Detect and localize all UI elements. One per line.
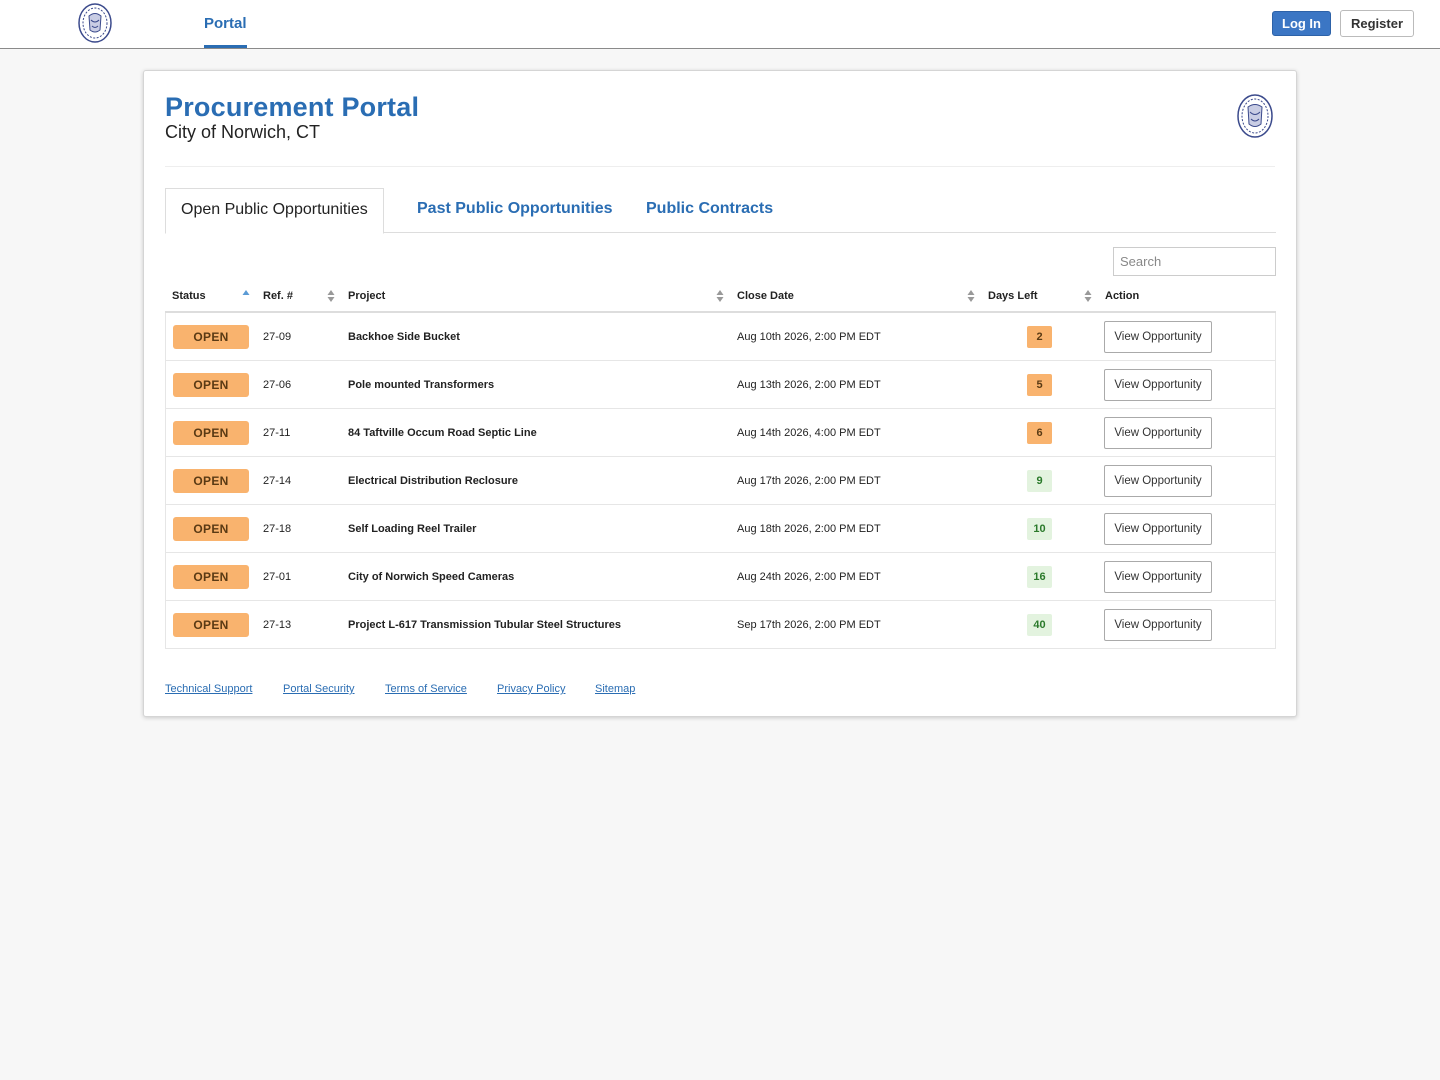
table-body: OPEN 27-09 Backhoe Side Bucket Aug 10th … — [165, 313, 1276, 649]
project-name: 84 Taftville Occum Road Septic Line — [348, 427, 537, 439]
sort-both-icon[interactable] — [327, 289, 335, 303]
top-navbar: Portal Log In Register — [0, 0, 1440, 49]
project-name: Backhoe Side Bucket — [348, 331, 460, 343]
column-header-days-left[interactable]: Days Left — [988, 283, 1038, 311]
table-header: Status Ref. # Project Close Date Days Le… — [165, 283, 1276, 313]
close-date: Aug 17th 2026, 2:00 PM EDT — [737, 475, 881, 487]
project-name: Pole mounted Transformers — [348, 379, 495, 391]
days-left-badge: 9 — [1027, 470, 1052, 492]
footer-link-privacy-policy[interactable]: Privacy Policy — [497, 683, 565, 695]
opportunity-tabs: Open Public Opportunities Past Public Op… — [165, 188, 1276, 234]
register-button[interactable]: Register — [1340, 10, 1414, 37]
view-opportunity-button[interactable]: View Opportunity — [1104, 561, 1212, 593]
tab-past-public-opportunities[interactable]: Past Public Opportunities — [417, 188, 613, 233]
table-row: OPEN 27-09 Backhoe Side Bucket Aug 10th … — [166, 313, 1275, 361]
city-seal-icon[interactable] — [77, 2, 113, 44]
project-name: Self Loading Reel Trailer — [348, 523, 477, 535]
search-input[interactable] — [1113, 247, 1276, 276]
status-badge: OPEN — [173, 469, 249, 493]
close-date: Aug 24th 2026, 2:00 PM EDT — [737, 571, 881, 583]
column-header-action: Action — [1105, 290, 1140, 302]
view-opportunity-button[interactable]: View Opportunity — [1104, 369, 1212, 401]
status-badge: OPEN — [173, 421, 249, 445]
table-row: OPEN 27-06 Pole mounted Transformers Aug… — [166, 361, 1275, 409]
column-header-project[interactable]: Project — [348, 283, 385, 311]
table-row: OPEN 27-14 Electrical Distribution Reclo… — [166, 457, 1275, 505]
table-row: OPEN 27-13 Project L-617 Transmission Tu… — [166, 601, 1275, 649]
project-name: Electrical Distribution Reclosure — [348, 475, 518, 487]
ref-number: 27-09 — [263, 331, 292, 343]
close-date: Sep 17th 2026, 2:00 PM EDT — [737, 619, 881, 631]
city-seal-icon — [1237, 94, 1273, 138]
days-left-badge: 6 — [1027, 422, 1052, 444]
column-header-ref[interactable]: Ref. # — [263, 283, 293, 311]
status-badge: OPEN — [173, 325, 249, 349]
close-date: Aug 18th 2026, 2:00 PM EDT — [737, 523, 881, 535]
status-badge: OPEN — [173, 613, 249, 637]
header-divider — [165, 166, 1275, 167]
table-row: OPEN 27-01 City of Norwich Speed Cameras… — [166, 553, 1275, 601]
status-badge: OPEN — [173, 373, 249, 397]
ref-number: 27-01 — [263, 571, 292, 583]
page-subtitle: City of Norwich, CT — [165, 122, 321, 142]
close-date: Aug 10th 2026, 2:00 PM EDT — [737, 331, 881, 343]
footer-link-sitemap[interactable]: Sitemap — [595, 683, 635, 695]
view-opportunity-button[interactable]: View Opportunity — [1104, 609, 1212, 641]
ref-number: 27-11 — [263, 427, 291, 439]
table-row: OPEN 27-18 Self Loading Reel Trailer Aug… — [166, 505, 1275, 553]
ref-number: 27-18 — [263, 523, 292, 535]
tab-open-public-opportunities[interactable]: Open Public Opportunities — [165, 188, 384, 234]
close-date: Aug 14th 2026, 4:00 PM EDT — [737, 427, 881, 439]
sort-both-icon[interactable] — [967, 289, 975, 303]
opportunities-table: Status Ref. # Project Close Date Days Le… — [165, 283, 1276, 649]
days-left-badge: 10 — [1027, 518, 1052, 540]
view-opportunity-button[interactable]: View Opportunity — [1104, 465, 1212, 497]
project-name: City of Norwich Speed Cameras — [348, 571, 515, 583]
view-opportunity-button[interactable]: View Opportunity — [1104, 513, 1212, 545]
project-name: Project L-617 Transmission Tubular Steel… — [348, 619, 622, 631]
tab-public-contracts[interactable]: Public Contracts — [646, 188, 773, 233]
sort-ascending-icon[interactable] — [242, 289, 250, 303]
sort-both-icon[interactable] — [1084, 289, 1092, 303]
table-row: OPEN 27-11 84 Taftville Occum Road Septi… — [166, 409, 1275, 457]
days-left-badge: 40 — [1027, 614, 1052, 636]
days-left-badge: 2 — [1027, 326, 1052, 348]
column-header-status[interactable]: Status — [172, 283, 206, 311]
status-badge: OPEN — [173, 517, 249, 541]
portal-card: Procurement Portal City of Norwich, CT O… — [143, 70, 1297, 717]
page-title: Procurement Portal — [165, 92, 420, 122]
footer-link-technical-support[interactable]: Technical Support — [165, 683, 252, 695]
view-opportunity-button[interactable]: View Opportunity — [1104, 417, 1212, 449]
ref-number: 27-06 — [263, 379, 292, 391]
ref-number: 27-13 — [263, 619, 292, 631]
column-header-close-date[interactable]: Close Date — [737, 283, 794, 311]
footer-link-portal-security[interactable]: Portal Security — [283, 683, 355, 695]
view-opportunity-button[interactable]: View Opportunity — [1104, 321, 1212, 353]
days-left-badge: 16 — [1027, 566, 1052, 588]
status-badge: OPEN — [173, 565, 249, 589]
sort-both-icon[interactable] — [716, 289, 724, 303]
close-date: Aug 13th 2026, 2:00 PM EDT — [737, 379, 881, 391]
nav-portal-tab[interactable]: Portal — [204, 0, 247, 48]
login-button[interactable]: Log In — [1272, 11, 1331, 36]
days-left-badge: 5 — [1027, 374, 1052, 396]
ref-number: 27-14 — [263, 475, 292, 487]
footer-link-terms-of-service[interactable]: Terms of Service — [385, 683, 467, 695]
